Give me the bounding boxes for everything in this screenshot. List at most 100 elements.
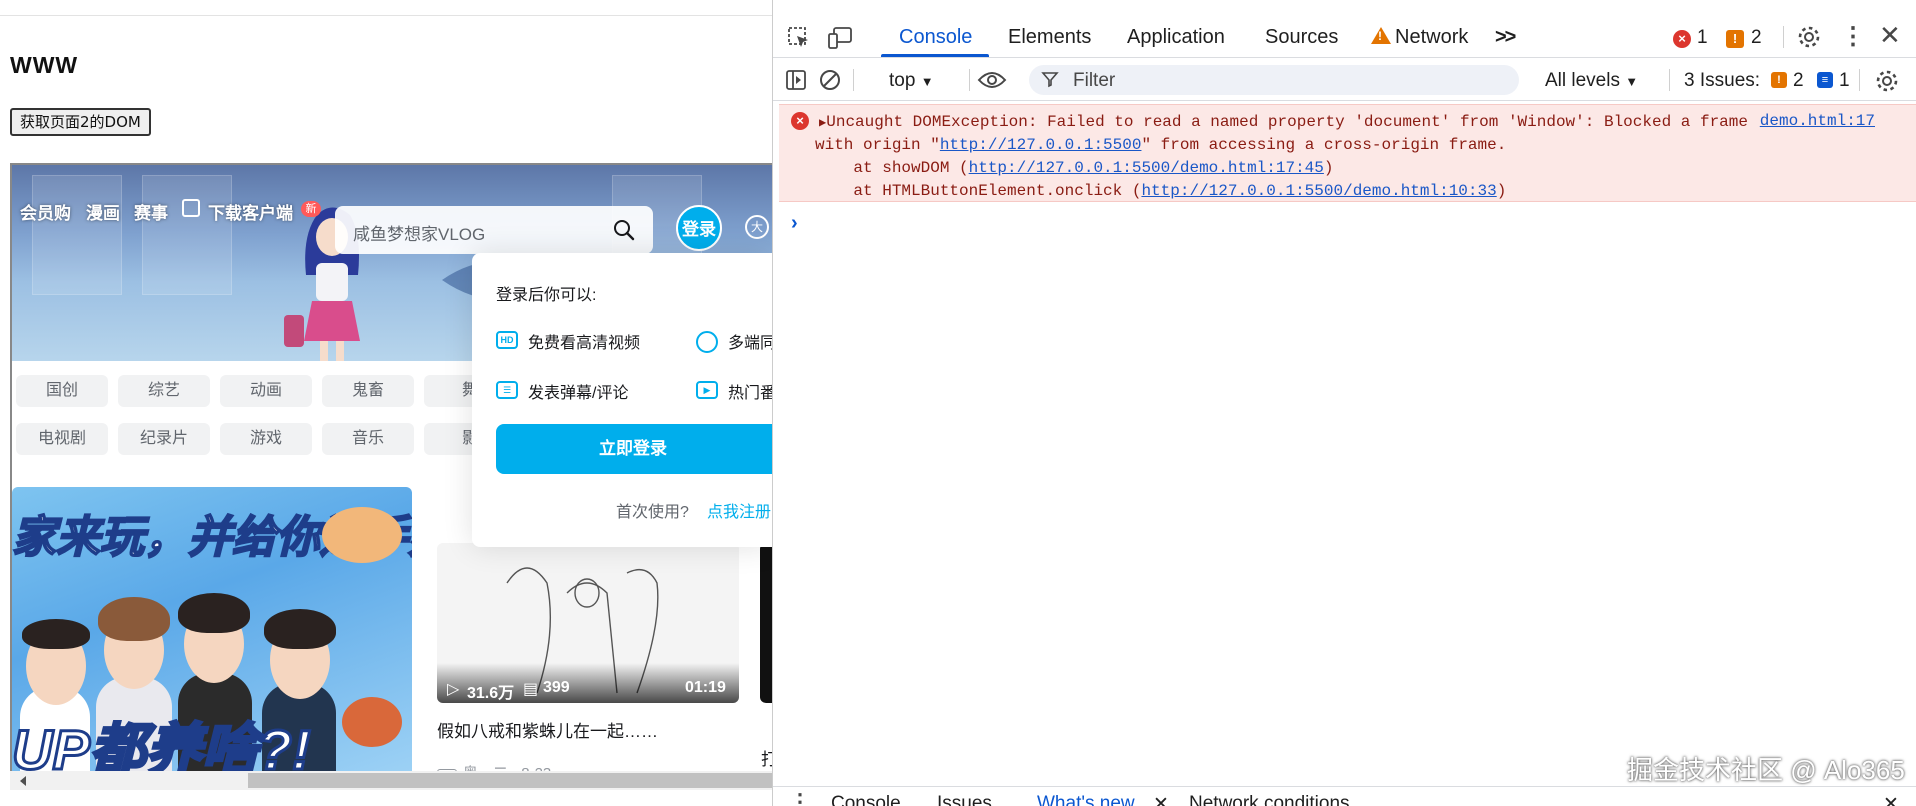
close-icon[interactable]: ✕: [1879, 20, 1901, 51]
live-expression-eye-icon[interactable]: [977, 70, 1007, 90]
close-drawer-tab-icon[interactable]: ✕: [1153, 793, 1169, 806]
separator: [1859, 69, 1860, 91]
drawer-tab-whats-new[interactable]: What's new: [1037, 793, 1135, 806]
get-dom-button[interactable]: 获取页面2的DOM: [10, 108, 151, 136]
mascot-figure: [342, 697, 402, 747]
drawer-tab-console[interactable]: Console: [831, 793, 901, 806]
scrollbar-thumb[interactable]: [248, 773, 772, 788]
video-card-featured[interactable]: 家来玩，并给你送手办 UP都养啥?!: [12, 487, 412, 777]
video-title[interactable]: 【: [761, 717, 772, 742]
category-item[interactable]: 国创: [16, 375, 108, 407]
search-input[interactable]: 咸鱼梦想家VLOG: [353, 220, 485, 245]
error-line: at HTMLButtonElement.onclick (http://127…: [815, 182, 1506, 200]
nav-item-mall[interactable]: 会员购: [20, 199, 71, 224]
drawer-menu-icon[interactable]: ⋮: [789, 789, 811, 806]
tab-sources[interactable]: Sources: [1265, 26, 1338, 49]
mascot-figure: [322, 507, 402, 563]
dropdown-arrow-icon: ▼: [920, 74, 934, 89]
video-play-icon: ▶: [696, 381, 718, 399]
danmaku-icon: ▤: [523, 681, 539, 698]
person-figure: [22, 619, 90, 649]
member-icon[interactable]: 大: [745, 215, 769, 239]
more-tabs-icon[interactable]: >>: [1495, 26, 1516, 49]
person-figure: [98, 597, 170, 641]
play-icon: ▷: [447, 681, 460, 698]
context-selector[interactable]: top ▼: [889, 70, 934, 92]
error-count-icon[interactable]: ×: [1673, 30, 1691, 48]
filter-input[interactable]: Filter: [1029, 65, 1519, 95]
hd-icon: HD: [496, 331, 518, 349]
issues-warning-count[interactable]: 2: [1793, 70, 1804, 92]
drawer-tab-issues[interactable]: Issues: [937, 793, 992, 806]
issues-info-icon[interactable]: ≡: [1817, 72, 1833, 88]
danmaku-count: 399: [543, 679, 570, 696]
download-icon[interactable]: [182, 199, 200, 217]
dropdown-arrow-icon: ▼: [1625, 74, 1639, 89]
log-levels-dropdown[interactable]: All levels ▼: [1545, 70, 1638, 92]
issues-label[interactable]: 3 Issues:: [1684, 70, 1760, 92]
search-box[interactable]: 咸鱼梦想家VLOG: [335, 206, 653, 254]
devtools-tabbar: Console Elements Application Sources ! N…: [773, 16, 1916, 58]
warning-count[interactable]: 2: [1751, 27, 1762, 49]
clear-console-icon[interactable]: [819, 69, 841, 91]
issues-warning-icon[interactable]: !: [1771, 72, 1787, 88]
inspect-element-icon[interactable]: [787, 26, 811, 50]
tab-console[interactable]: Console: [899, 26, 972, 49]
issues-info-count[interactable]: 1: [1839, 70, 1850, 92]
video-cover-subtitle: UP都养啥?!: [12, 717, 312, 778]
drawer-tab-network-conditions[interactable]: Network conditions: [1189, 793, 1350, 806]
video-title[interactable]: 假如八戒和紫蛛儿在一起……: [437, 717, 658, 742]
error-text: " from accessing a cross-origin frame.: [1141, 136, 1507, 154]
console-toolbar: top ▼ Filter All levels ▼ 3 Issues: ! 2 …: [773, 59, 1916, 101]
devtools-panel: Console Elements Application Sources ! N…: [772, 0, 1916, 806]
tab-application[interactable]: Application: [1127, 26, 1225, 49]
login-avatar-button[interactable]: 登录: [676, 205, 722, 251]
warning-count-icon[interactable]: !: [1726, 30, 1744, 48]
video-card-thumbnail[interactable]: [760, 543, 772, 703]
stack-link[interactable]: http://127.0.0.1:5500/demo.html:17:45: [969, 159, 1324, 177]
horizontal-scrollbar[interactable]: [10, 771, 772, 790]
kebab-menu-icon[interactable]: ⋮: [1841, 22, 1865, 51]
settings-gear-icon[interactable]: [1797, 25, 1821, 49]
category-item[interactable]: 动画: [220, 375, 312, 407]
warning-icon: !: [1378, 29, 1382, 43]
category-item[interactable]: 游戏: [220, 423, 312, 455]
scroll-left-arrow-icon[interactable]: [20, 776, 26, 786]
nav-item-download[interactable]: 下载客户端: [208, 199, 293, 224]
tab-network[interactable]: Network: [1395, 26, 1468, 49]
filter-funnel-icon: [1041, 72, 1059, 88]
console-error-message[interactable]: × ▶Uncaught DOMException: Failed to read…: [779, 104, 1916, 202]
comment-icon: ☰: [496, 381, 518, 399]
origin-link[interactable]: http://127.0.0.1:5500: [940, 136, 1142, 154]
category-item[interactable]: 电视剧: [16, 423, 108, 455]
tab-elements[interactable]: Elements: [1008, 26, 1091, 49]
category-item[interactable]: 纪录片: [118, 423, 210, 455]
console-prompt-chevron-icon[interactable]: ›: [791, 212, 798, 235]
page-heading: WWW: [10, 52, 79, 78]
first-time-text: 首次使用?: [616, 504, 689, 521]
device-toolbar-icon[interactable]: [827, 26, 853, 50]
category-item[interactable]: 音乐: [322, 423, 414, 455]
screen: WWW 获取页面2的DOM 会员购 漫画 赛事 下载客户端 新 咸鱼梦想家VLO…: [0, 0, 1916, 806]
video-title[interactable]: 打: [761, 745, 772, 770]
error-line: at showDOM (http://127.0.0.1:5500/demo.h…: [815, 159, 1333, 177]
popup-feature: 免费看高清视频: [528, 335, 641, 352]
login-now-button[interactable]: 立即登录: [496, 424, 772, 474]
register-link[interactable]: 点我注册: [707, 498, 771, 522]
view-count: 31.6万: [467, 685, 515, 702]
search-icon[interactable]: [613, 219, 635, 241]
category-item[interactable]: 综艺: [118, 375, 210, 407]
stack-link[interactable]: http://127.0.0.1:5500/demo.html:10:33: [1141, 182, 1496, 200]
console-settings-gear-icon[interactable]: [1875, 69, 1899, 93]
nav-item-manga[interactable]: 漫画: [86, 199, 120, 224]
context-label: top: [889, 70, 916, 91]
divider: [0, 15, 772, 16]
close-drawer-icon[interactable]: ✕: [1883, 793, 1899, 806]
popup-title: 登录后你可以:: [496, 287, 597, 304]
category-item[interactable]: 鬼畜: [322, 375, 414, 407]
sidebar-toggle-icon[interactable]: [785, 69, 807, 91]
nav-item-match[interactable]: 赛事: [134, 199, 168, 224]
error-source-link[interactable]: demo.html:17: [1760, 112, 1875, 130]
error-count[interactable]: 1: [1697, 27, 1708, 49]
video-card-thumbnail[interactable]: ▷ 31.6万 ▤ 399 01:19: [437, 543, 739, 703]
